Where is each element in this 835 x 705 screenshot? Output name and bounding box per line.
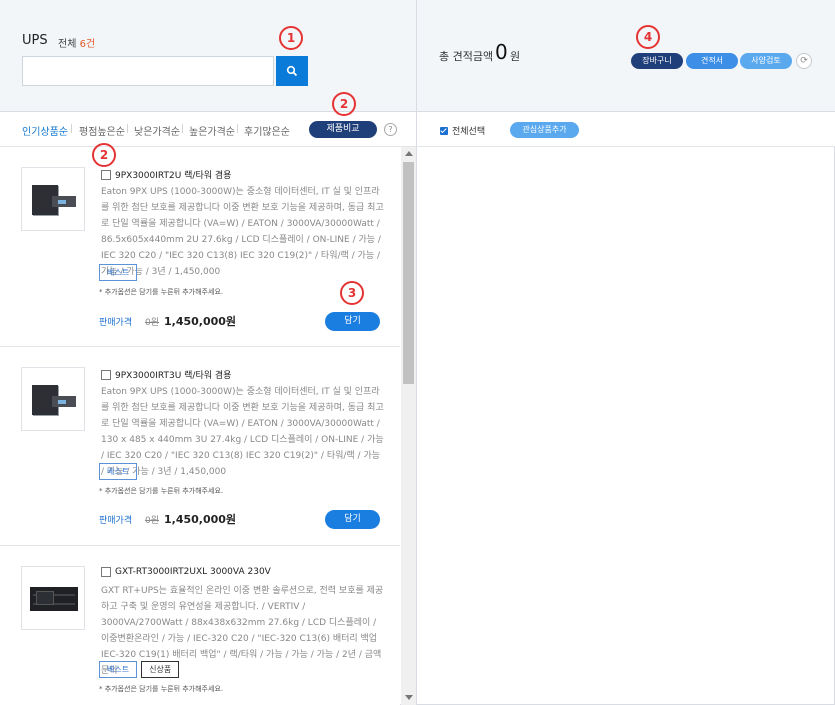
total-label: 총 견적금액	[439, 50, 494, 63]
product-image[interactable]	[21, 367, 85, 431]
help-icon[interactable]: ?	[384, 123, 397, 136]
product-name[interactable]: 9PX3000IRT2U 랙/타워 겸용	[101, 168, 231, 181]
add-to-cart-button[interactable]: 담기	[325, 312, 380, 331]
search-area: UPS 전체 6건	[0, 0, 416, 112]
price-original: 0원	[145, 318, 160, 328]
product-name[interactable]: GXT-RT3000IRT2UXL 3000VA 230V	[101, 567, 271, 577]
selection-bar: 전체선택 관심상품추가	[417, 112, 835, 147]
callout-marker: 2	[332, 92, 356, 116]
product-checkbox[interactable]	[101, 369, 111, 380]
option-note: * 추가옵션은 담기를 누른뒤 추가해주세요.	[99, 685, 224, 693]
quote-panel: 총 견적금액 0 원 장바구니 견적서 사양검토 ⟳ 전체선택 관심상품추가	[417, 0, 835, 705]
badge-new: 신상품	[141, 661, 180, 678]
ups-image-screen	[58, 400, 66, 404]
sort-divider: |	[181, 124, 185, 134]
count-number: 6건	[79, 39, 96, 50]
product-name-text: 9PX3000IRT2U 랙/타워 겸용	[115, 171, 232, 181]
page-title: UPS	[22, 33, 48, 48]
badge-group: 베스트	[99, 264, 138, 281]
quote-button[interactable]: 견적서	[686, 53, 738, 69]
select-all[interactable]: 전체선택	[440, 124, 485, 137]
product-description: Eaton 9PX UPS (1000-3000W)는 중소형 데이터센터, I…	[101, 187, 384, 277]
result-count: 전체 6건	[58, 35, 95, 50]
badge-best: 베스트	[99, 264, 138, 281]
rack-ups-image-panel	[36, 591, 54, 605]
product-name[interactable]: 9PX3000IRT3U 랙/타워 겸용	[101, 368, 231, 381]
product-image[interactable]	[21, 167, 85, 231]
total-unit: 원	[510, 50, 521, 63]
product-card: 9PX3000IRT3U 랙/타워 겸용 Eaton 9PX UPS (1000…	[0, 347, 400, 546]
list-scrollbar[interactable]	[401, 147, 416, 705]
sort-divider: |	[126, 124, 130, 134]
search-input[interactable]	[22, 56, 274, 86]
scroll-thumb[interactable]	[403, 162, 414, 384]
badge-group: 베스트 신상품	[99, 661, 180, 678]
option-note: * 추가옵션은 담기를 누른뒤 추가해주세요.	[99, 288, 224, 296]
refresh-icon[interactable]: ⟳	[796, 53, 812, 69]
total-value: 0	[495, 40, 508, 64]
add-to-cart-button[interactable]: 담기	[325, 510, 380, 529]
scroll-down-arrow-icon[interactable]	[405, 695, 413, 700]
price-label: 판매가격	[99, 516, 133, 526]
ups-image-screen	[58, 200, 66, 204]
sort-divider: |	[70, 124, 74, 134]
product-list: 9PX3000IRT2U 랙/타워 겸용 Eaton 9PX UPS (1000…	[0, 147, 400, 705]
product-checkbox[interactable]	[101, 567, 111, 577]
sort-bar: 인기상품순 | 평점높은순 | 낮은가격순 | 높은가격순 | 후기많은순 제품…	[0, 112, 416, 147]
cart-button[interactable]: 장바구니	[631, 53, 683, 69]
product-card: 9PX3000IRT2U 랙/타워 겸용 Eaton 9PX UPS (1000…	[0, 147, 400, 347]
sort-price-high[interactable]: 높은가격순	[189, 123, 235, 138]
count-prefix: 전체	[58, 39, 77, 50]
price-value: 1,450,000원	[164, 315, 237, 328]
search-button[interactable]	[276, 56, 308, 86]
search-icon	[286, 65, 298, 77]
product-card: GXT-RT3000IRT2UXL 3000VA 230V GXT RT+UPS…	[0, 546, 400, 705]
select-all-checkbox[interactable]	[440, 126, 448, 135]
price-original: 0원	[145, 516, 160, 526]
badge-best: 베스트	[99, 463, 138, 480]
product-description: Eaton 9PX UPS (1000-3000W)는 중소형 데이터센터, I…	[101, 387, 384, 477]
option-note: * 추가옵션은 담기를 누른뒤 추가해주세요.	[99, 487, 224, 495]
sort-rating[interactable]: 평점높은순	[79, 123, 125, 138]
product-checkbox[interactable]	[101, 169, 111, 180]
price-label: 판매가격	[99, 318, 133, 328]
callout-marker: 3	[340, 281, 364, 305]
callout-marker: 1	[279, 26, 303, 50]
add-favorite-button[interactable]: 관심상품추가	[510, 122, 579, 138]
badge-best: 베스트	[99, 661, 138, 678]
badge-group: 베스트	[99, 463, 138, 480]
product-name-text: 9PX3000IRT3U 랙/타워 겸용	[115, 371, 232, 381]
sort-reviews[interactable]: 후기많은순	[244, 123, 290, 138]
select-all-label: 전체선택	[452, 127, 486, 137]
sort-popular[interactable]: 인기상품순	[22, 123, 68, 138]
total-area: 총 견적금액 0 원 장바구니 견적서 사양검토 ⟳	[417, 0, 835, 112]
price-value: 1,450,000원	[164, 513, 237, 526]
compare-button[interactable]: 제품비교	[309, 121, 377, 138]
product-name-text: GXT-RT3000IRT2UXL 3000VA 230V	[115, 567, 271, 577]
sort-price-low[interactable]: 낮은가격순	[134, 123, 180, 138]
spec-review-button[interactable]: 사양검토	[740, 53, 792, 69]
callout-marker: 4	[636, 25, 660, 49]
scroll-up-arrow-icon[interactable]	[405, 151, 413, 156]
product-image[interactable]	[21, 566, 85, 630]
callout-marker: 2	[92, 143, 116, 167]
sort-divider: |	[236, 124, 240, 134]
